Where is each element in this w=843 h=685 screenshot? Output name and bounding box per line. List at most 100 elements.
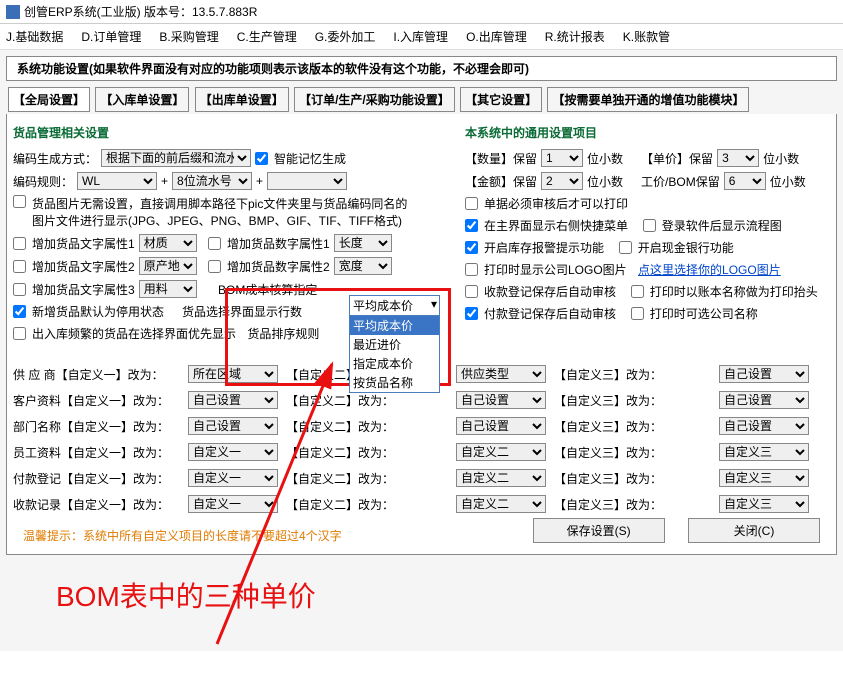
freq-checkbox[interactable] (13, 327, 26, 340)
grid-select[interactable]: 自己设置 (719, 391, 809, 409)
footer-hint: 温馨提示：系统中所有自定义项目的长度请不要超过4个汉字 (23, 527, 342, 544)
window-title: 创管ERP系统(工业版) 版本号：13.5.7.883R (24, 3, 257, 20)
menu-item[interactable]: G.委外加工 (315, 28, 376, 45)
tab-addon[interactable]: 【按需要单独开通的增值功能模块】 (547, 87, 749, 112)
attr-text1-label: 增加货品文字属性1 (32, 235, 135, 252)
dialog-title: 系统功能设置(如果软件界面没有对应的功能项则表示该版本的软件没有这个功能，不必理… (17, 60, 529, 77)
bom-cost-dropdown[interactable]: 平均成本价 平均成本价 最近进价 指定成本价 按货品名称 (349, 295, 440, 393)
menu-item[interactable]: O.出库管理 (466, 28, 527, 45)
menu-item[interactable]: R.统计报表 (545, 28, 605, 45)
grid-select[interactable]: 自定义一 (188, 469, 278, 487)
close-button[interactable]: 关闭(C) (688, 518, 820, 543)
grid-select[interactable]: 自己设置 (456, 391, 546, 409)
attr-text3-checkbox[interactable] (13, 283, 26, 296)
menu-item[interactable]: B.采购管理 (159, 28, 218, 45)
tab-orders[interactable]: 【订单/生产/采购功能设置】 (294, 87, 455, 112)
bom-cost-option[interactable]: 平均成本价 (350, 316, 439, 335)
tab-other[interactable]: 【其它设置】 (460, 87, 542, 112)
stop-state-label: 新增货品默认为停用状态 (32, 303, 164, 320)
price-label: 【单价】保留 (641, 150, 713, 167)
tab-inbound[interactable]: 【入库单设置】 (95, 87, 189, 112)
code-method-select[interactable]: 根据下面的前后缀和流水号生成编码 (101, 149, 251, 167)
cb-print-company[interactable] (631, 307, 644, 320)
bom-cost-option[interactable]: 指定成本价 (350, 354, 439, 373)
bom-cost-selected[interactable]: 平均成本价 (350, 296, 439, 316)
section-left-title: 货品管理相关设置 (13, 124, 433, 141)
cb-receive-autoaudit[interactable] (465, 285, 478, 298)
cb-stock-alert[interactable] (465, 241, 478, 254)
smart-gen-checkbox[interactable] (255, 152, 268, 165)
grid-select[interactable]: 自定义一 (188, 495, 278, 513)
attr-num2-select[interactable]: 宽度 (334, 257, 392, 275)
code-rule-suffix[interactable] (267, 172, 347, 190)
menu-item[interactable]: K.账款管 (623, 28, 670, 45)
bom-keep-select[interactable]: 6 (724, 172, 766, 190)
grid-select[interactable]: 自己设置 (719, 417, 809, 435)
grid-select[interactable]: 所在区域 (188, 365, 278, 383)
attr-text3-select[interactable]: 用料 (139, 280, 197, 298)
attr-text1-checkbox[interactable] (13, 237, 26, 250)
qty-select[interactable]: 1 (541, 149, 583, 167)
menu-item[interactable]: D.订单管理 (81, 28, 141, 45)
pic-tip: 货品图片无需设置，直接调用脚本路径下pic文件夹里与货品编码同名的图片文件进行显… (32, 195, 412, 229)
qty-label: 【数量】保留 (465, 150, 537, 167)
stop-state-checkbox[interactable] (13, 305, 26, 318)
cb-audit-print[interactable] (465, 197, 478, 210)
grid-select[interactable]: 自己设置 (188, 417, 278, 435)
sel-rows-label: 货品选择界面显示行数 (182, 303, 302, 320)
attr-text3-label: 增加货品文字属性3 (32, 281, 135, 298)
tab-global[interactable]: 【全局设置】 (8, 87, 90, 112)
tab-panel-global: 货品管理相关设置 编码生成方式： 根据下面的前后缀和流水号生成编码 智能记忆生成… (6, 114, 837, 555)
smart-gen-label: 智能记忆生成 (274, 150, 346, 167)
grid-select[interactable]: 自定义二 (456, 469, 546, 487)
cb-show-flowchart[interactable] (643, 219, 656, 232)
code-rule-label: 编码规则： (13, 173, 73, 190)
grid-select[interactable]: 自定义三 (719, 495, 809, 513)
attr-num1-select[interactable]: 长度 (334, 234, 392, 252)
grid-select[interactable]: 自定义一 (188, 443, 278, 461)
save-button[interactable]: 保存设置(S) (533, 518, 665, 543)
dialog-titlebar: 系统功能设置(如果软件界面没有对应的功能项则表示该版本的软件没有这个功能，不必理… (6, 56, 837, 81)
amt-select[interactable]: 2 (541, 172, 583, 190)
section-right-title: 本系统中的通用设置项目 (465, 124, 830, 141)
bom-cost-option[interactable]: 最近进价 (350, 335, 439, 354)
sort-label: 货品排序规则 (247, 325, 319, 342)
menu-item[interactable]: I.入库管理 (393, 28, 448, 45)
cb-show-shortcut[interactable] (465, 219, 478, 232)
tab-outbound[interactable]: 【出库单设置】 (195, 87, 289, 112)
cb-pay-autoaudit[interactable] (465, 307, 478, 320)
grid-select[interactable]: 自定义二 (456, 495, 546, 513)
attr-text2-checkbox[interactable] (13, 260, 26, 273)
amt-label: 【金额】保留 (465, 173, 537, 190)
attr-text2-select[interactable]: 原产地 (139, 257, 197, 275)
logo-link[interactable]: 点这里选择你的LOGO图片 (638, 261, 781, 278)
cb-print-book-title[interactable] (631, 285, 644, 298)
attr-num2-label: 增加货品数字属性2 (227, 258, 330, 275)
grid-select[interactable]: 自己设置 (719, 365, 809, 383)
attr-text2-label: 增加货品文字属性2 (32, 258, 135, 275)
attr-num2-checkbox[interactable] (208, 260, 221, 273)
menu-item[interactable]: J.基础数据 (6, 28, 63, 45)
attr-text1-select[interactable]: 材质 (139, 234, 197, 252)
price-select[interactable]: 3 (717, 149, 759, 167)
main-menubar: J.基础数据 D.订单管理 B.采购管理 C.生产管理 G.委外加工 I.入库管… (0, 24, 843, 50)
freq-label: 出入库频繁的货品在选择界面优先显示 (32, 325, 236, 342)
grid-select[interactable]: 自己设置 (456, 417, 546, 435)
grid-select[interactable]: 自定义三 (719, 469, 809, 487)
grid-select[interactable]: 自定义三 (719, 443, 809, 461)
cb-print-logo[interactable] (465, 263, 478, 276)
attr-num1-label: 增加货品数字属性1 (227, 235, 330, 252)
annotation-text: BOM表中的三种单价 (6, 555, 837, 645)
cb-cash-bank[interactable] (619, 241, 632, 254)
attr-num1-checkbox[interactable] (208, 237, 221, 250)
menu-item[interactable]: C.生产管理 (237, 28, 297, 45)
code-rule-serial[interactable]: 8位流水号 (172, 172, 252, 190)
code-rule-prefix[interactable]: WL (77, 172, 157, 190)
bom-cost-option[interactable]: 按货品名称 (350, 373, 439, 392)
app-icon (6, 5, 20, 19)
pic-checkbox[interactable] (13, 195, 26, 208)
window-titlebar: 创管ERP系统(工业版) 版本号：13.5.7.883R (0, 0, 843, 24)
grid-select[interactable]: 自己设置 (188, 391, 278, 409)
grid-select[interactable]: 供应类型 (456, 365, 546, 383)
grid-select[interactable]: 自定义二 (456, 443, 546, 461)
